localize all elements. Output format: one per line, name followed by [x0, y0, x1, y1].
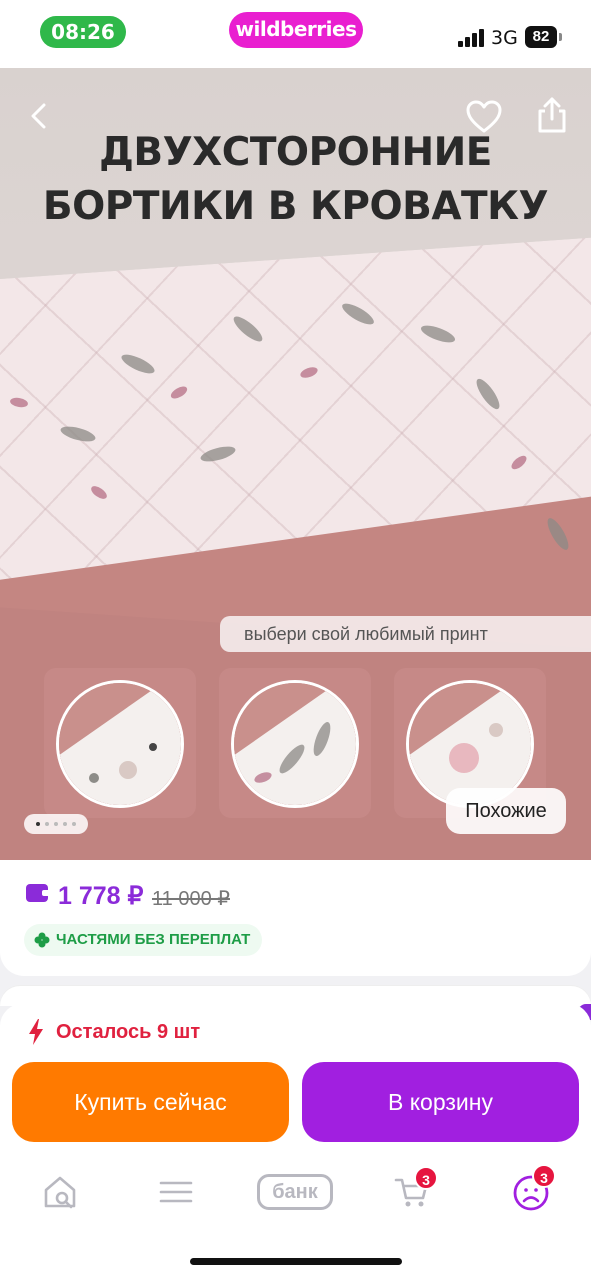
- sheet-peek: [0, 986, 591, 1006]
- chevron-left-icon: [31, 103, 46, 129]
- home-search-icon: [44, 1176, 76, 1209]
- home-indicator: [190, 1258, 402, 1265]
- print-swatch-card: [44, 668, 196, 818]
- pager-dot: [72, 822, 76, 826]
- cart-badge: 3: [414, 1166, 438, 1190]
- photo-title-line: БОРТИКИ В КРОВАТКУ: [42, 184, 549, 229]
- pager-dot: [45, 822, 49, 826]
- share-button[interactable]: [534, 96, 570, 134]
- clover-icon: [34, 932, 50, 948]
- gallery-pager: [24, 814, 88, 834]
- price-card: 1 778 ₽ 11 000 ₽ ЧАСТЯМИ БЕЗ ПЕРЕПЛАТ: [0, 860, 591, 976]
- battery-tip: [559, 33, 562, 41]
- pager-dot: [54, 822, 58, 826]
- tab-home[interactable]: [42, 1174, 82, 1214]
- photo-caption: выбери свой любимый принт: [220, 616, 591, 652]
- photo-title-line: ДВУХСТОРОННИЕ: [99, 130, 492, 175]
- lightning-icon: [29, 1019, 43, 1045]
- battery-icon: 82: [525, 26, 557, 48]
- pager-dot-active: [36, 822, 40, 826]
- favorite-button[interactable]: [466, 100, 502, 134]
- status-time: 08:26: [40, 16, 126, 48]
- back-button[interactable]: [22, 98, 58, 134]
- tab-bar: банк 3 3: [0, 1160, 591, 1230]
- signal-icon: [458, 29, 486, 47]
- buy-now-button[interactable]: Купить сейчас: [12, 1062, 289, 1142]
- print-swatch: [56, 680, 184, 808]
- print-swatch-card: [219, 668, 371, 818]
- installments-badge[interactable]: ЧАСТЯМИ БЕЗ ПЕРЕПЛАТ: [24, 924, 263, 956]
- add-to-cart-button[interactable]: В корзину: [302, 1062, 579, 1142]
- tab-bank[interactable]: банк: [257, 1174, 333, 1210]
- print-swatch: [231, 680, 359, 808]
- pager-dot: [63, 822, 67, 826]
- installments-label: ЧАСТЯМИ БЕЗ ПЕРЕПЛАТ: [56, 931, 251, 948]
- brand-logo[interactable]: wildberries: [229, 12, 363, 48]
- similar-button[interactable]: Похожие: [446, 788, 566, 834]
- menu-icon: [159, 1181, 193, 1203]
- tab-catalog[interactable]: [158, 1174, 198, 1214]
- current-price: 1 778 ₽: [58, 882, 144, 910]
- wallet-icon: [26, 884, 50, 902]
- photo-title: ДВУХСТОРОННИЕ БОРТИКИ В КРОВАТКУ: [0, 126, 591, 234]
- product-gallery[interactable]: ДВУХСТОРОННИЕ БОРТИКИ В КРОВАТКУ выбери …: [0, 68, 591, 860]
- network-type: 3G: [491, 27, 518, 49]
- profile-badge: 3: [532, 1164, 556, 1188]
- product-screen: 08:26 wildberries 3G 82 ДВУХСТОРОННИЕ БО…: [0, 0, 591, 1280]
- stock-left: Осталось 9 шт: [56, 1021, 201, 1043]
- share-icon: [538, 97, 566, 133]
- status-bar: 08:26 wildberries 3G 82: [0, 0, 591, 68]
- action-sheet: [0, 1004, 591, 1280]
- old-price: 11 000 ₽: [152, 888, 230, 910]
- heart-icon: [466, 100, 502, 133]
